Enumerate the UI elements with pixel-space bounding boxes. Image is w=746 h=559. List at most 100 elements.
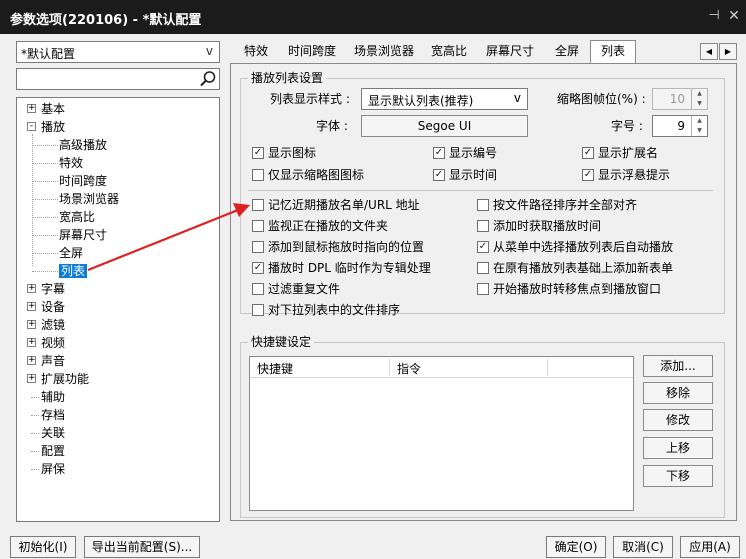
spin-up-icon[interactable]: ▲	[692, 116, 707, 126]
checkbox-label: 记忆近期播放名单/URL 地址	[268, 198, 420, 212]
thumb-frame-spinner[interactable]: 10 ▲ ▼	[652, 88, 708, 110]
tree-item-label: 滤镜	[41, 318, 66, 332]
tree-item-label: 基本	[41, 102, 66, 116]
column-header-command[interactable]: 指令	[397, 360, 421, 377]
checkmark-icon[interactable]: ✓	[433, 147, 445, 159]
tab[interactable]: 宽高比	[424, 41, 474, 63]
tree-item[interactable]: 声音	[41, 353, 65, 369]
search-input[interactable]	[16, 68, 220, 90]
tree-item[interactable]: 视频	[41, 335, 65, 351]
tab-scroll-left-button[interactable]: ◀	[700, 43, 718, 60]
tree-expander-icon[interactable]: +	[27, 302, 36, 311]
tree-item[interactable]: 滤镜	[41, 317, 65, 333]
checkbox-box[interactable]	[252, 199, 264, 211]
checkmark-icon[interactable]: ✓	[252, 147, 264, 159]
tree-item[interactable]: 配置	[41, 443, 65, 459]
tree-expander-icon[interactable]: +	[27, 356, 36, 365]
tab[interactable]: 屏幕尺寸	[477, 41, 543, 63]
tree-item[interactable]: 播放	[41, 119, 65, 135]
tree-item[interactable]: 宽高比	[59, 209, 95, 225]
tree-item[interactable]: 基本	[41, 101, 65, 117]
tree-item[interactable]: 存档	[41, 407, 65, 423]
tab[interactable]: 时间跨度	[281, 41, 343, 63]
apply-button[interactable]: 应用(A)	[680, 536, 740, 558]
checkmark-icon[interactable]: ✓	[582, 147, 594, 159]
checkbox-label: 显示时间	[449, 168, 498, 182]
initialize-button[interactable]: 初始化(I)	[10, 536, 76, 558]
checkbox-label: 过滤重复文件	[268, 282, 341, 296]
hotkey-list[interactable]: 快捷键 指令	[249, 356, 634, 511]
move-up-button[interactable]: 上移	[643, 437, 713, 459]
tree-item-label: 宽高比	[59, 210, 96, 224]
tree-item-label: 字幕	[41, 282, 66, 296]
tree-item[interactable]: 字幕	[41, 281, 65, 297]
tab[interactable]: 场景浏览器	[348, 41, 420, 63]
display-style-dropdown[interactable]: 显示默认列表(推荐) v	[361, 88, 528, 110]
pin-icon[interactable]: ⊣	[706, 8, 722, 24]
tree-item[interactable]: 高级播放	[59, 137, 107, 153]
chevron-down-icon: v	[205, 44, 213, 58]
tab[interactable]: 特效	[236, 41, 276, 63]
tree-item[interactable]: 时间跨度	[59, 173, 107, 189]
tab[interactable]: 列表	[590, 40, 636, 64]
checkbox-box[interactable]	[252, 283, 264, 295]
tree-item[interactable]: 关联	[41, 425, 65, 441]
playlist-settings-group	[240, 78, 725, 314]
tab[interactable]: 全屏	[547, 41, 587, 63]
checkmark-icon[interactable]: ✓	[477, 241, 489, 253]
checkbox-box[interactable]	[252, 220, 264, 232]
modify-hotkey-button[interactable]: 修改	[643, 409, 713, 431]
tree-item-label: 场景浏览器	[59, 192, 120, 206]
tree-item[interactable]: 扩展功能	[41, 371, 89, 387]
checkbox-box[interactable]	[252, 169, 264, 181]
font-button[interactable]: Segoe UI	[361, 115, 528, 137]
tree-item[interactable]: 场景浏览器	[59, 191, 119, 207]
checkbox-box[interactable]	[477, 262, 489, 274]
checkmark-icon[interactable]: ✓	[582, 169, 594, 181]
tree-expander-icon[interactable]: -	[27, 122, 36, 131]
checkbox-box[interactable]	[477, 283, 489, 295]
tree-item[interactable]: 屏保	[41, 461, 65, 477]
checkbox-box[interactable]	[252, 304, 264, 316]
spin-down-icon[interactable]: ▼	[692, 99, 707, 109]
tree-item-label: 配置	[41, 444, 66, 458]
checkmark-icon[interactable]: ✓	[252, 262, 264, 274]
remove-hotkey-button[interactable]: 移除	[643, 382, 713, 404]
checkbox-box[interactable]	[477, 199, 489, 211]
spin-down-icon[interactable]: ▼	[692, 126, 707, 136]
close-icon[interactable]: ✕	[726, 8, 742, 24]
tree-item[interactable]: 列表	[59, 263, 88, 279]
tree-expander-icon[interactable]: +	[27, 284, 36, 293]
tree-item[interactable]: 屏幕尺寸	[59, 227, 107, 243]
move-down-button[interactable]: 下移	[643, 465, 713, 487]
tree-expander-icon[interactable]: +	[27, 338, 36, 347]
font-size-spinner[interactable]: 9 ▲ ▼	[652, 115, 708, 137]
checkbox-box[interactable]	[477, 220, 489, 232]
chevron-down-icon: v	[513, 91, 521, 105]
tree-item[interactable]: 特效	[59, 155, 83, 171]
tree-item[interactable]: 设备	[41, 299, 65, 315]
tab-scroll-right-button[interactable]: ▶	[719, 43, 737, 60]
checkbox-label: 显示扩展名	[598, 146, 659, 160]
checkbox-label: 监视正在播放的文件夹	[268, 219, 389, 233]
tree-expander-icon[interactable]: +	[27, 104, 36, 113]
spin-up-icon[interactable]: ▲	[692, 89, 707, 99]
checkbox-box[interactable]	[252, 241, 264, 253]
checkbox-label: 在原有播放列表基础上添加新表单	[493, 261, 674, 275]
search-icon[interactable]	[199, 70, 217, 88]
thumb-frame-value: 10	[669, 92, 685, 106]
tree-expander-icon[interactable]: +	[27, 374, 36, 383]
export-config-button[interactable]: 导出当前配置(S)...	[84, 536, 200, 558]
tree-item-label: 设备	[41, 300, 66, 314]
tree-item[interactable]: 全屏	[59, 245, 83, 261]
add-hotkey-button[interactable]: 添加...	[643, 355, 713, 377]
profile-dropdown[interactable]: *默认配置 v	[16, 41, 220, 63]
cancel-button[interactable]: 取消(C)	[613, 536, 673, 558]
tree-item-label: 扩展功能	[41, 372, 90, 386]
checkmark-icon[interactable]: ✓	[433, 169, 445, 181]
tree-expander-icon[interactable]: +	[27, 320, 36, 329]
column-header-hotkey[interactable]: 快捷键	[257, 360, 293, 377]
tree-item[interactable]: 辅助	[41, 389, 65, 405]
checkbox-label: 添加到鼠标拖放时指向的位置	[268, 240, 425, 254]
ok-button[interactable]: 确定(O)	[546, 536, 606, 558]
